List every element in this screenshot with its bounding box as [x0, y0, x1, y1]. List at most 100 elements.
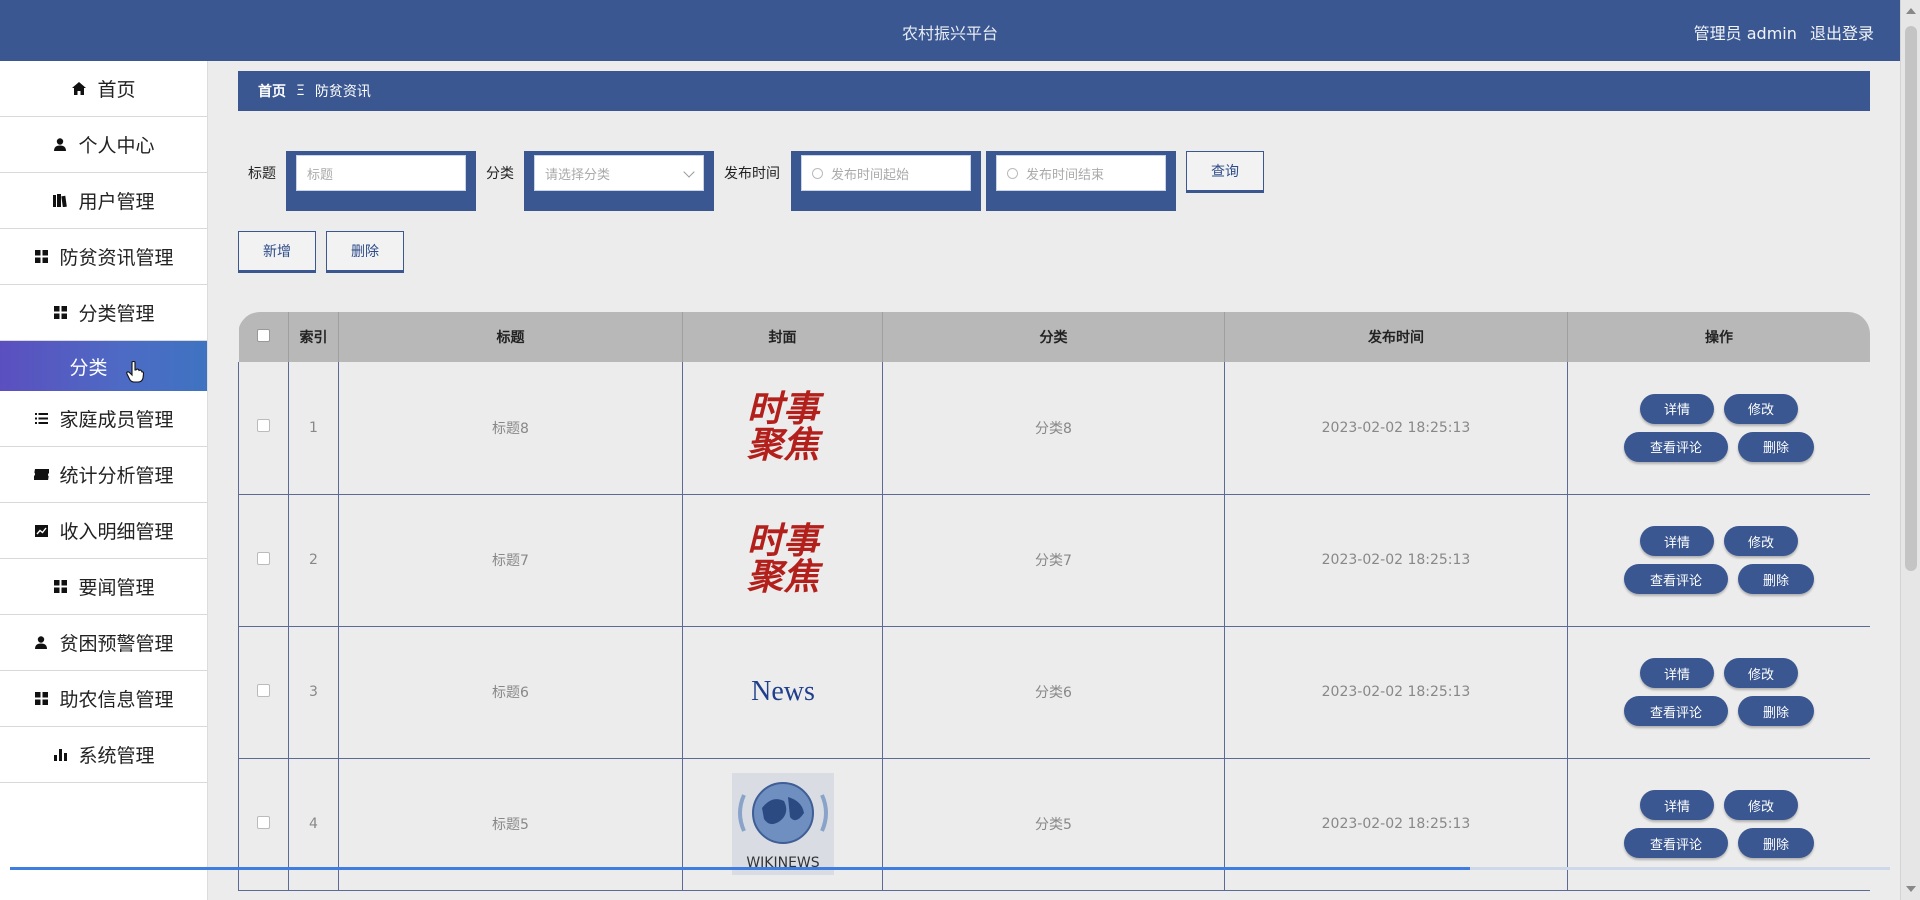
- sidebar-subitem-category[interactable]: 分类: [0, 341, 207, 391]
- sidebar-item-family[interactable]: 家庭成员管理: [0, 391, 207, 447]
- header-title: 标题: [338, 312, 683, 362]
- row-checkbox[interactable]: [257, 815, 270, 829]
- search-button[interactable]: 查询: [1186, 151, 1264, 191]
- sidebar-item-poverty-warning[interactable]: 贫困预警管理: [0, 615, 207, 671]
- row-delete-button[interactable]: 删除: [1738, 431, 1814, 462]
- scroll-up-arrow[interactable]: [1906, 8, 1916, 14]
- time-start-box: 发布时间起始: [791, 151, 981, 211]
- data-table: 索引 标题 封面 分类 发布时间 操作 1 标题8 时事 聚焦 分类8 2023…: [238, 312, 1870, 900]
- view-comments-button[interactable]: 查看评论: [1624, 828, 1728, 858]
- cover-text: 时事: [746, 389, 824, 430]
- row-title: 标题5: [338, 758, 683, 891]
- sidebar-item-farm-aid[interactable]: 助农信息管理: [0, 671, 207, 727]
- row-delete-button[interactable]: 删除: [1738, 828, 1814, 858]
- sidebar-item-label: 系统管理: [78, 745, 155, 767]
- sidebar: 首页 个人中心 用户管理 防贫资讯管理 分类管理 分类 家庭成员管理 统计分析管…: [0, 61, 208, 900]
- time-end-box: 发布时间结束: [986, 151, 1176, 211]
- row-category: 分类5: [882, 758, 1225, 891]
- detail-button[interactable]: 详情: [1640, 393, 1714, 424]
- title-filter-input[interactable]: 标题: [296, 155, 466, 191]
- table-header-row: 索引 标题 封面 分类 发布时间 操作: [238, 312, 1870, 362]
- sidebar-item-income[interactable]: 收入明细管理: [0, 503, 207, 559]
- row-checkbox[interactable]: [257, 551, 270, 565]
- list-icon: [33, 412, 49, 426]
- sidebar-item-home[interactable]: 首页: [0, 61, 207, 117]
- time-end-input[interactable]: 发布时间结束: [996, 155, 1166, 191]
- sidebar-item-system[interactable]: 系统管理: [0, 727, 207, 783]
- sidebar-item-label: 统计分析管理: [59, 465, 174, 487]
- table-row: 3 标题6 News 分类6 2023-02-02 18:25:13 详情 修改 …: [238, 626, 1870, 759]
- time-start-input[interactable]: 发布时间起始: [801, 155, 971, 191]
- row-delete-button[interactable]: 删除: [1738, 696, 1814, 726]
- sidebar-item-label: 分类管理: [78, 303, 155, 325]
- user-area: 管理员 admin 退出登录: [1686, 20, 1874, 44]
- row-checkbox[interactable]: [257, 419, 270, 433]
- breadcrumb-current: 防贫资讯: [314, 84, 371, 100]
- sidebar-item-label: 贫困预警管理: [59, 633, 174, 655]
- row-title: 标题7: [338, 494, 683, 627]
- sidebar-item-label: 要闻管理: [78, 577, 155, 599]
- edit-button[interactable]: 修改: [1724, 790, 1798, 820]
- row-cover: 时事 聚焦: [682, 494, 883, 627]
- row-delete-button[interactable]: 删除: [1738, 564, 1814, 594]
- sidebar-item-label: 首页: [97, 79, 136, 101]
- grid-icon: [33, 692, 49, 706]
- sidebar-item-headlines[interactable]: 要闻管理: [0, 559, 207, 615]
- row-cover: WIKINEWS: [682, 758, 883, 891]
- logout-link[interactable]: 退出登录: [1810, 24, 1874, 43]
- sidebar-item-category-management[interactable]: 分类管理: [0, 285, 207, 341]
- add-button[interactable]: 新增: [238, 231, 316, 271]
- detail-button[interactable]: 详情: [1640, 526, 1714, 556]
- row-title: 标题8: [338, 362, 683, 495]
- cover-image: 时事 聚焦: [746, 521, 824, 598]
- header-cover: 封面: [682, 312, 883, 362]
- clock-icon: [1007, 167, 1018, 179]
- row-publish-time: 2023-02-02 18:25:13: [1224, 362, 1568, 495]
- view-comments-button[interactable]: 查看评论: [1624, 696, 1728, 726]
- grid-icon: [33, 250, 49, 264]
- hand-cursor-icon: [126, 361, 144, 383]
- category-select[interactable]: 请选择分类: [534, 155, 704, 191]
- detail-button[interactable]: 详情: [1640, 790, 1714, 820]
- edit-button[interactable]: 修改: [1724, 658, 1798, 688]
- view-comments-button[interactable]: 查看评论: [1624, 431, 1728, 462]
- sidebar-item-statistics[interactable]: 统计分析管理: [0, 447, 207, 503]
- row-checkbox[interactable]: [257, 683, 270, 697]
- svg-text:聚焦: 聚焦: [746, 425, 823, 466]
- loading-progress-fill: [10, 867, 1470, 870]
- category-filter-label: 分类: [486, 166, 514, 182]
- time-filter-label: 发布时间: [724, 166, 780, 182]
- row-cover: News: [682, 626, 883, 759]
- view-comments-button[interactable]: 查看评论: [1624, 564, 1728, 594]
- row-title: 标题6: [338, 626, 683, 759]
- sidebar-item-profile[interactable]: 个人中心: [0, 117, 207, 173]
- header-select-all[interactable]: [238, 312, 289, 362]
- row-actions: 详情 修改 查看评论 删除: [1567, 758, 1870, 891]
- breadcrumb-home[interactable]: 首页: [258, 81, 286, 101]
- sidebar-item-label: 收入明细管理: [59, 521, 174, 543]
- ticket-icon: [33, 468, 49, 482]
- row-category: 分类8: [882, 362, 1225, 495]
- edit-button[interactable]: 修改: [1724, 526, 1798, 556]
- detail-button[interactable]: 详情: [1640, 658, 1714, 688]
- scroll-down-arrow[interactable]: [1906, 886, 1916, 892]
- svg-text:聚焦: 聚焦: [746, 557, 823, 598]
- row-index: 1: [288, 362, 339, 495]
- app-title: 农村振兴平台: [901, 24, 998, 43]
- sidebar-item-news-management[interactable]: 防贫资讯管理: [0, 229, 207, 285]
- user-name: 管理员 admin: [1693, 24, 1797, 43]
- scrollbar-thumb[interactable]: [1905, 26, 1917, 571]
- row-index: 4: [288, 758, 339, 891]
- table-row: 1 标题8 时事 聚焦 分类8 2023-02-02 18:25:13 详情 修改…: [238, 362, 1870, 495]
- edit-button[interactable]: 修改: [1724, 393, 1798, 424]
- select-all-checkbox[interactable]: [256, 328, 270, 342]
- header-index: 索引: [288, 312, 339, 362]
- sidebar-item-users[interactable]: 用户管理: [0, 173, 207, 229]
- delete-button[interactable]: 删除: [326, 231, 404, 271]
- row-cover: 时事 聚焦: [682, 362, 883, 495]
- sidebar-item-label: 家庭成员管理: [59, 409, 174, 431]
- header-category: 分类: [882, 312, 1225, 362]
- user-icon: [52, 138, 68, 152]
- page-scrollbar[interactable]: [1900, 0, 1920, 900]
- header-actions: 操作: [1567, 312, 1870, 362]
